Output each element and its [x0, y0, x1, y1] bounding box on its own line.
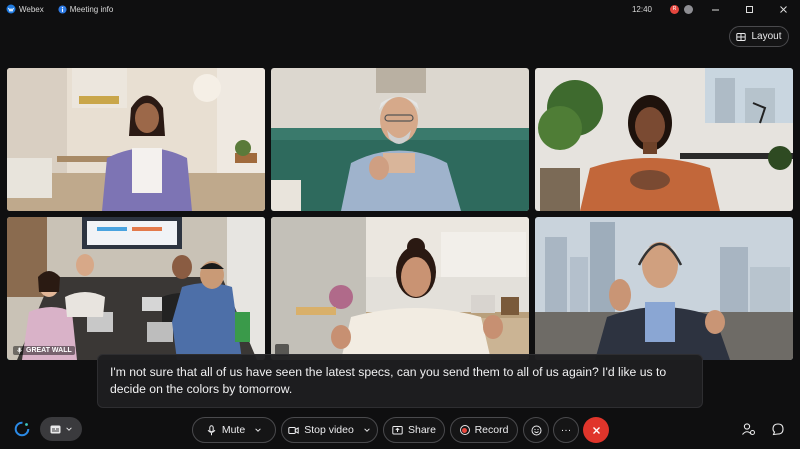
layout-button[interactable]: Layout — [729, 26, 789, 47]
stop-video-button[interactable]: Stop video — [281, 417, 378, 443]
chevron-down-icon — [255, 428, 261, 432]
user-avatar[interactable]: R — [670, 4, 679, 14]
meeting-info-button[interactable]: Meeting info — [58, 4, 114, 14]
participant-video — [7, 217, 265, 360]
title-bar: Webex Meeting info 12:40 R — [0, 0, 800, 18]
more-options-button[interactable]: ··· — [553, 417, 579, 443]
video-tile-participant-6[interactable] — [535, 217, 793, 360]
chevron-down-icon — [364, 428, 370, 432]
app-name: Webex — [19, 4, 44, 14]
end-call-button[interactable] — [583, 417, 609, 443]
reactions-button[interactable] — [523, 417, 549, 443]
meeting-info-icon — [58, 4, 67, 14]
video-tile-participant-4[interactable]: GREAT WALL — [7, 217, 265, 360]
maximize-button[interactable] — [732, 0, 766, 18]
clock: 12:40 — [631, 4, 652, 14]
webex-icon — [6, 4, 16, 14]
participant-video — [271, 68, 529, 211]
video-tile-participant-1[interactable] — [7, 68, 265, 211]
maximize-icon — [745, 5, 753, 13]
meeting-info-label: Meeting info — [69, 4, 114, 14]
live-caption: I'm not sure that all of us have seen th… — [97, 354, 703, 408]
mute-label: Mute — [221, 424, 246, 436]
record-button[interactable]: Record — [450, 417, 518, 443]
video-tile-participant-2[interactable] — [271, 68, 529, 211]
participant-video — [271, 217, 529, 360]
mute-button[interactable]: Mute — [192, 417, 276, 443]
mic-icon — [207, 424, 216, 435]
stop-video-label: Stop video — [304, 424, 354, 436]
layout-label: Layout — [751, 31, 782, 42]
close-icon — [779, 5, 787, 13]
share-label: Share — [407, 424, 437, 436]
room-label: GREAT WALL — [13, 346, 75, 355]
video-icon — [288, 426, 299, 434]
share-button[interactable]: Share — [383, 417, 445, 443]
close-button[interactable] — [766, 0, 800, 18]
minimize-icon — [711, 9, 719, 10]
caption-text: I'm not sure that all of us have seen th… — [110, 365, 667, 396]
participants-icon[interactable] — [741, 422, 755, 436]
share-icon — [392, 425, 403, 434]
participant-video — [535, 217, 793, 360]
microphone-muted-icon — [17, 347, 22, 354]
video-tile-participant-3[interactable] — [535, 68, 793, 211]
reactions-icon — [531, 425, 541, 435]
end-call-icon — [592, 426, 600, 434]
minimize-button[interactable] — [698, 0, 732, 18]
video-tile-participant-5[interactable] — [271, 217, 529, 360]
room-name: GREAT WALL — [26, 347, 72, 354]
more-icon: ··· — [560, 424, 572, 436]
record-label: Record — [474, 424, 509, 436]
chat-icon[interactable] — [771, 422, 785, 436]
record-icon — [459, 425, 470, 435]
meeting-controls: Mute Stop video Share Record ··· — [0, 414, 800, 446]
app-title[interactable]: Webex — [6, 4, 44, 14]
layout-icon — [736, 32, 747, 41]
participant-video — [7, 68, 265, 211]
status-icon[interactable] — [684, 4, 693, 14]
participant-video — [535, 68, 793, 211]
